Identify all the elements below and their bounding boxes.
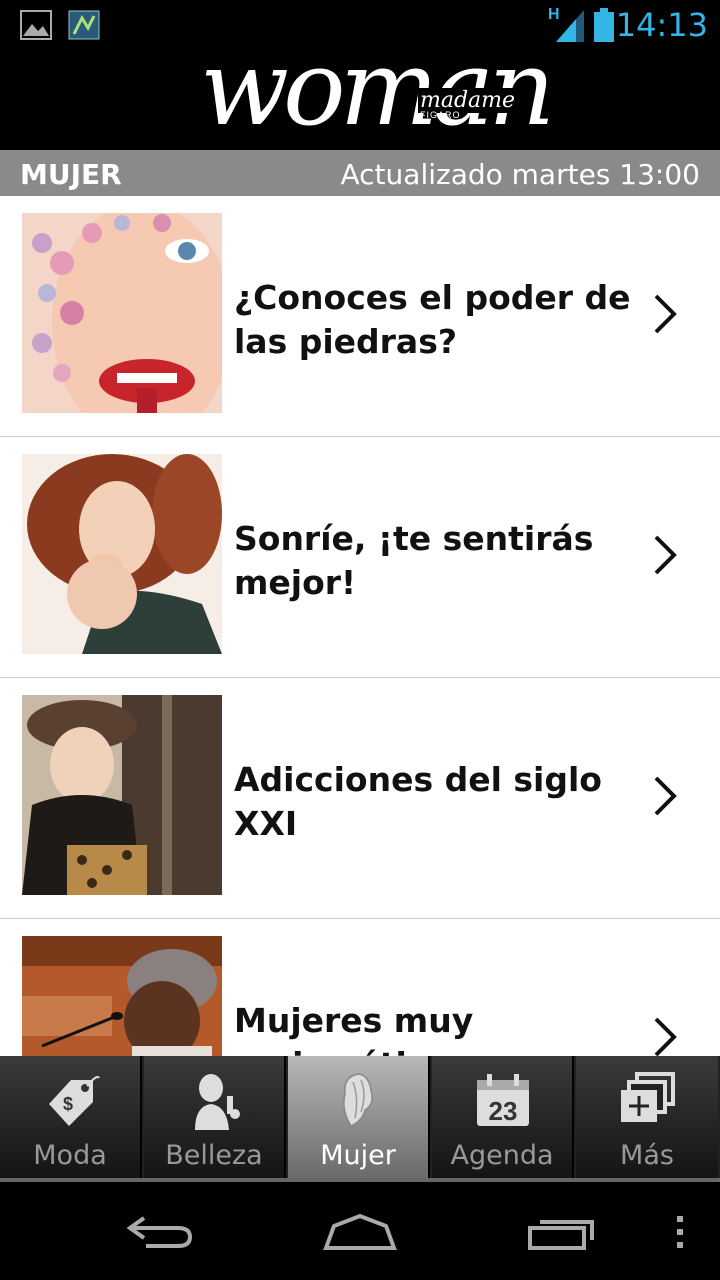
tab-belleza[interactable]: Belleza <box>144 1056 286 1178</box>
tab-label: Mujer <box>320 1140 396 1171</box>
app-header: woman madame FIGARO <box>0 36 720 150</box>
article-thumbnail <box>22 936 222 1056</box>
tab-mas[interactable]: Más <box>576 1056 718 1178</box>
logo-figaro: FIGARO <box>420 110 461 120</box>
chevron-right-icon <box>654 535 677 575</box>
gallery-icon <box>20 10 52 40</box>
article-item[interactable]: Mujeres muy carismáticas <box>0 919 720 1056</box>
calendar-icon: 23 <box>477 1074 529 1126</box>
article-title: ¿Conoces el poder de las piedras? <box>234 278 631 361</box>
tab-label: Agenda <box>450 1140 554 1171</box>
article-item[interactable]: Sonríe, ¡te sentirás mejor! <box>0 437 720 678</box>
article-title: Sonríe, ¡te sentirás mejor! <box>234 519 594 602</box>
tab-mujer[interactable]: Mujer <box>288 1056 430 1178</box>
home-icon[interactable] <box>322 1212 398 1252</box>
recent-apps-icon[interactable] <box>526 1212 598 1252</box>
tab-agenda[interactable]: 23 Agenda <box>432 1056 574 1178</box>
tab-label: Moda <box>33 1140 107 1171</box>
svg-text:$: $ <box>63 1094 73 1114</box>
chevron-right-icon <box>654 294 677 334</box>
section-title: MUJER <box>20 158 122 191</box>
signal-icon <box>556 10 584 42</box>
article-thumbnail <box>22 213 222 413</box>
tab-label: Belleza <box>165 1140 263 1171</box>
article-title: Adicciones del siglo XXI <box>234 760 602 843</box>
clock: 14:13 <box>615 6 708 44</box>
price-tag-icon: $ <box>49 1076 100 1126</box>
article-item[interactable]: Adicciones del siglo XXI <box>0 678 720 919</box>
section-bar: MUJER Actualizado martes 13:00 <box>0 150 720 196</box>
tab-bar: $ Moda Belleza Mujer 23 Agenda Más <box>0 1056 720 1180</box>
tab-moda[interactable]: $ Moda <box>0 1056 142 1178</box>
article-thumbnail <box>22 695 222 895</box>
overflow-menu-icon[interactable] <box>674 1216 686 1250</box>
add-stack-icon <box>621 1072 675 1122</box>
tab-label: Más <box>620 1140 674 1171</box>
app-notification-icon <box>68 10 100 40</box>
article-item[interactable]: ¿Conoces el poder de las piedras? <box>0 196 720 437</box>
battery-icon <box>594 8 614 42</box>
article-list[interactable]: ¿Conoces el poder de las piedras? Sonríe… <box>0 196 720 1056</box>
back-icon[interactable] <box>124 1212 194 1252</box>
system-nav-bar <box>0 1182 720 1280</box>
chevron-right-icon <box>654 776 677 816</box>
calendar-day: 23 <box>489 1096 518 1126</box>
woman-makeup-icon <box>195 1074 240 1130</box>
last-updated-label: Actualizado martes 13:00 <box>340 158 701 191</box>
article-title: Mujeres muy carismáticas <box>234 1001 474 1056</box>
chevron-right-icon <box>654 1017 677 1056</box>
woman-hair-icon <box>343 1073 373 1127</box>
article-thumbnail <box>22 454 222 654</box>
